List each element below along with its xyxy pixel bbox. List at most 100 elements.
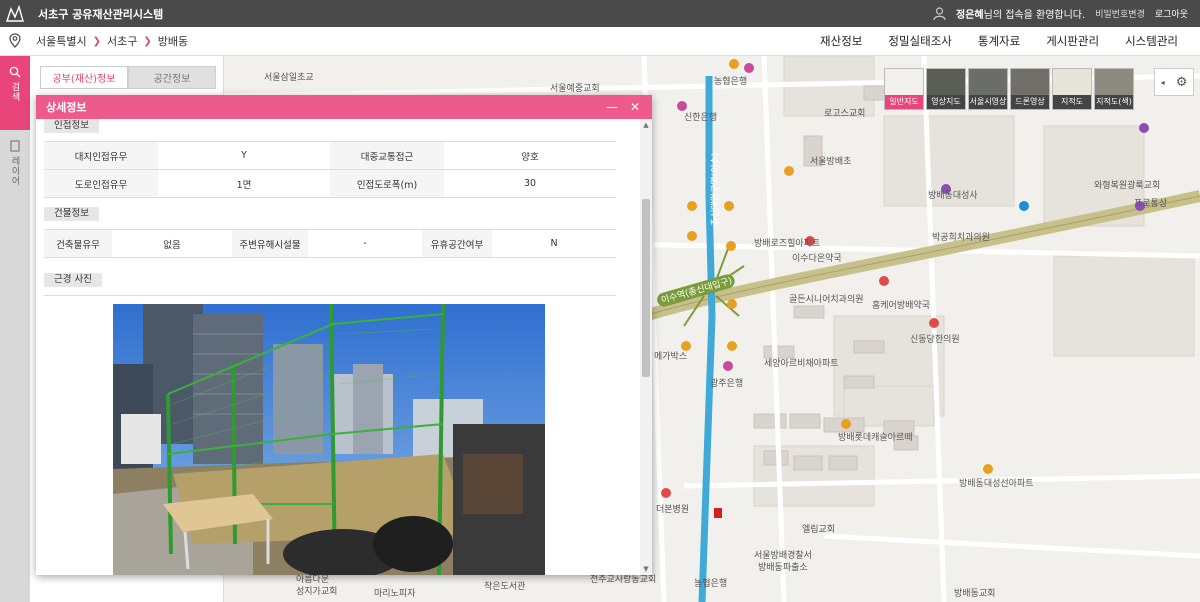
svg-text:신한은행: 신한은행 — [684, 111, 717, 123]
svg-text:마리노피자: 마리노피자 — [374, 588, 416, 599]
svg-text:이수다온약국: 이수다온약국 — [792, 252, 842, 264]
svg-text:더본병원: 더본병원 — [656, 504, 689, 515]
section-building-title: 건물정보 — [44, 207, 99, 221]
breadcrumb-district[interactable]: 서초구 — [101, 33, 143, 49]
svg-text:방배동교회: 방배동교회 — [954, 588, 995, 599]
menu-property-info[interactable]: 재산정보 — [820, 33, 862, 49]
layer-label: 드론영상 — [1011, 95, 1049, 109]
layer-general-map[interactable]: 일반지도 — [884, 68, 924, 110]
rail-search-button[interactable]: 검색 — [0, 56, 30, 130]
rail-layer-button[interactable]: 레이어 — [0, 130, 30, 186]
table-cell: 양호 — [444, 141, 616, 170]
dialog-scrollbar[interactable]: ▲ ▼ — [640, 119, 652, 575]
detail-dialog: 상세정보 — ✕ 인접정보 대지인접유무 Y 대중교통접근 양호 도로인접유무 … — [36, 95, 652, 575]
table-cell: N — [492, 229, 616, 258]
scroll-down-icon[interactable]: ▼ — [640, 563, 652, 575]
layer-label: 지적도 — [1053, 95, 1091, 109]
photo-area — [44, 295, 616, 575]
svg-text:서울방배경찰서: 서울방배경찰서 — [754, 549, 812, 561]
layer-label: 영상지도 — [927, 95, 965, 109]
expand-icon[interactable]: ◂ — [1161, 78, 1165, 87]
dialog-title: 상세정보 — [46, 101, 87, 114]
navbar: 서울특별시 ❯ 서초구 ❯ 방배동 재산정보 정밀실태조사 통계자료 게시판관리… — [0, 27, 1200, 56]
svg-text:메가박스: 메가박스 — [654, 351, 687, 362]
change-password-link[interactable]: 비밀번호변경 — [1095, 7, 1145, 20]
top-header: 서초구 공유재산관리시스템 정은혜님의 접속을 환영합니다. 비밀번호변경 로그… — [0, 0, 1200, 27]
svg-text:방배동파출소: 방배동파출소 — [758, 562, 808, 573]
tab-ledger-info[interactable]: 공부(재산)정보 — [40, 66, 128, 89]
logout-link[interactable]: 로그아웃 — [1155, 7, 1188, 20]
table-cell: 주변유해시설물 — [232, 229, 308, 258]
gear-icon[interactable]: ⚙ — [1176, 75, 1188, 90]
table-row: 대지인접유무 Y 대중교통접근 양호 — [44, 141, 616, 170]
adjacent-table: 대지인접유무 Y 대중교통접근 양호 도로인접유무 1면 인접도로폭(m) 30 — [44, 141, 616, 198]
table-cell: 건축물유무 — [44, 229, 112, 258]
scroll-thumb[interactable] — [642, 199, 650, 377]
layer-cadastral[interactable]: 지적도 — [1052, 68, 1092, 110]
svg-text:서울방배초: 서울방배초 — [810, 156, 851, 167]
close-icon[interactable]: ✕ — [630, 100, 640, 114]
welcome-suffix: 님의 접속을 환영합니다. — [983, 10, 1086, 21]
layer-label: 일반지도 — [885, 95, 923, 109]
chevron-right-icon: ❯ — [92, 35, 101, 47]
menu-field-survey[interactable]: 정밀실태조사 — [888, 33, 951, 49]
layer-image-map[interactable]: 영상지도 — [926, 68, 966, 110]
svg-text:작은도서관: 작은도서관 — [484, 581, 525, 592]
breadcrumb: 서울특별시 ❯ 서초구 ❯ 방배동 — [30, 33, 194, 49]
dialog-header[interactable]: 상세정보 — ✕ — [36, 95, 652, 119]
svg-text:와형복원광룩교회: 와형복원광룩교회 — [1094, 179, 1160, 191]
layer-seoul-image[interactable]: 서울시영상 — [968, 68, 1008, 110]
table-cell: 1면 — [158, 169, 330, 198]
tab-spatial-info[interactable]: 공간정보 — [128, 66, 216, 89]
table-cell: 대중교통접근 — [330, 141, 444, 170]
user-icon — [933, 7, 946, 20]
layer-cadastral-color[interactable]: 지적도(색) — [1094, 68, 1134, 110]
svg-text:서울삼일초교: 서울삼일초교 — [264, 72, 314, 83]
menu-system-admin[interactable]: 시스템관리 — [1125, 33, 1178, 49]
layer-icon — [10, 140, 20, 152]
basemap-switcher: 일반지도 영상지도 서울시영상 드론영상 지적도 지적도(색) — [884, 68, 1134, 110]
svg-text:성지가교회: 성지가교회 — [296, 586, 337, 597]
svg-text:총신대입구역(이수): 총신대입구역(이수) — [709, 153, 721, 226]
svg-text:농협은행: 농협은행 — [694, 577, 727, 589]
location-pin-icon — [9, 33, 21, 48]
left-rail: 검색 레이어 — [0, 56, 30, 602]
svg-text:세양아르비채아파트: 세양아르비채아파트 — [764, 358, 839, 369]
section-photo-title: 근경 사진 — [44, 273, 102, 287]
svg-text:신동당한의원: 신동당한의원 — [910, 334, 960, 345]
table-cell: 도로인접유무 — [44, 169, 158, 198]
table-cell: 유휴공간여부 — [422, 229, 492, 258]
logo[interactable] — [0, 0, 30, 27]
table-row: 도로인접유무 1면 인접도로폭(m) 30 — [44, 169, 616, 198]
minimize-icon[interactable]: — — [606, 100, 618, 114]
table-cell: 없음 — [112, 229, 232, 258]
breadcrumb-dong[interactable]: 방배동 — [152, 33, 194, 49]
user-name: 정은혜 — [956, 10, 984, 21]
table-cell: - — [308, 229, 422, 258]
layer-label: 지적도(색) — [1095, 95, 1133, 109]
rail-layer-label: 레이어 — [9, 156, 20, 186]
map-tools: ◂ ⚙ — [1154, 68, 1194, 96]
svg-text:방배동대성선아파트: 방배동대성선아파트 — [959, 478, 1034, 489]
menu-statistics[interactable]: 통계자료 — [978, 33, 1020, 49]
app-title: 서초구 공유재산관리시스템 — [38, 7, 164, 21]
breadcrumb-city[interactable]: 서울특별시 — [30, 33, 93, 49]
layer-drone-image[interactable]: 드론영상 — [1010, 68, 1050, 110]
dialog-body: 인접정보 대지인접유무 Y 대중교통접근 양호 도로인접유무 1면 인접도로폭(… — [36, 119, 640, 575]
scroll-up-icon[interactable]: ▲ — [640, 119, 652, 131]
svg-text:엘림교회: 엘림교회 — [802, 523, 835, 535]
svg-text:농협은행: 농협은행 — [714, 75, 747, 87]
svg-text:홈케어방배약국: 홈케어방배약국 — [872, 299, 930, 311]
table-cell: Y — [158, 141, 330, 170]
table-cell: 인접도로폭(m) — [330, 169, 444, 198]
menu-board-admin[interactable]: 게시판관리 — [1046, 33, 1099, 49]
svg-text:방배로즈힐아파트: 방배로즈힐아파트 — [754, 237, 820, 249]
svg-text:방배동대성사: 방배동대성사 — [928, 190, 978, 201]
search-icon — [9, 66, 21, 78]
svg-text:프로통상: 프로통상 — [1134, 198, 1167, 209]
building-table: 건축물유무 없음 주변유해시설물 - 유휴공간여부 N — [44, 229, 616, 258]
svg-text:박공희치과의원: 박공희치과의원 — [932, 231, 990, 243]
section-adjacent-title: 인접정보 — [44, 119, 99, 133]
layer-label: 서울시영상 — [969, 95, 1007, 109]
svg-text:로고스교회: 로고스교회 — [824, 108, 865, 119]
